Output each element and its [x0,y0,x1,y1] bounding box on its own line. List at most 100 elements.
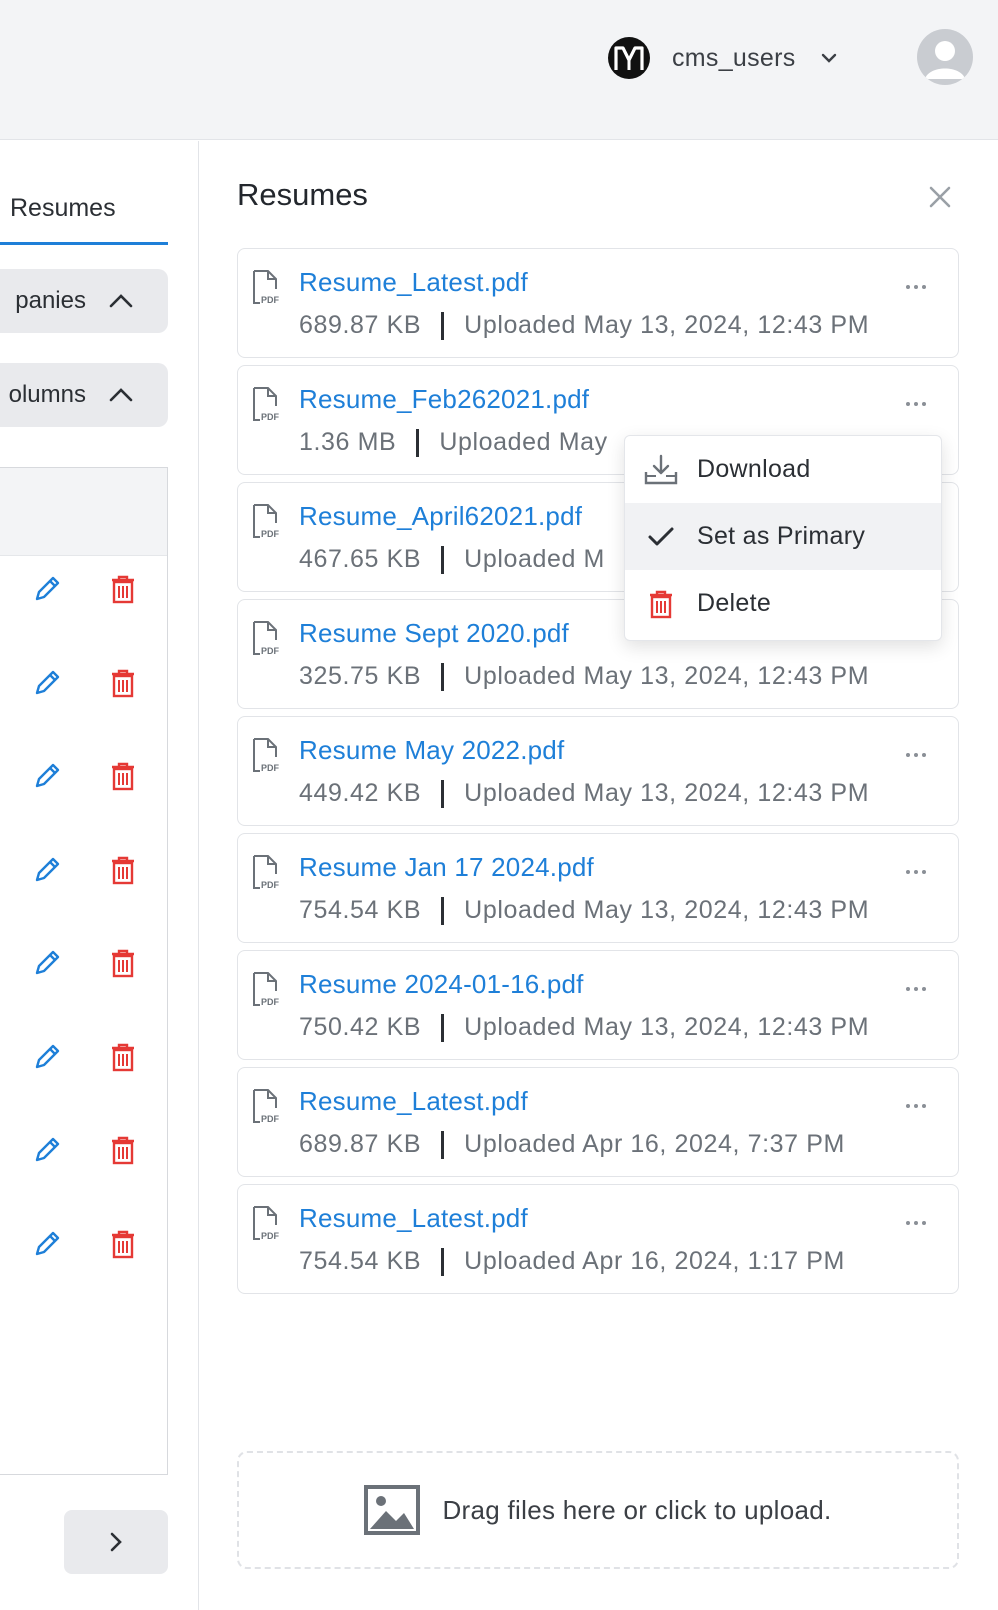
edit-pencil-icon[interactable] [30,1227,64,1261]
pdf-file-icon: PDF [252,620,284,656]
trash-icon[interactable] [106,1227,140,1261]
file-size: 467.65 KB [299,545,422,573]
more-options-icon[interactable] [896,977,936,1001]
filter-columns-toggle[interactable]: olumns [0,363,168,427]
user-avatar-icon[interactable] [917,29,973,85]
left-panel: Resumes panies olumns [0,141,198,1610]
trash-icon[interactable] [106,666,140,700]
file-uploaded-date: Uploaded Apr 16, 2024, 7:37 PM [464,1130,845,1158]
chevron-right-icon [110,1532,122,1552]
file-size: 325.75 KB [299,662,422,690]
more-options-icon[interactable] [896,743,936,767]
menu-delete-label: Delete [697,589,772,617]
pdf-file-icon: PDF [252,386,284,422]
more-options-icon[interactable] [896,860,936,884]
meta-divider [416,428,420,457]
file-meta: 449.42 KB Uploaded May 13, 2024, 12:43 PM [299,779,869,808]
filter-companies-label: panies [15,287,86,314]
svg-text:PDF: PDF [261,412,280,422]
menu-item-download[interactable]: Download [625,436,941,503]
next-page-button[interactable] [64,1510,168,1574]
chevron-up-icon [109,388,133,402]
trash-icon[interactable] [106,572,140,606]
file-uploaded-date: Uploaded M [464,545,605,573]
more-options-icon[interactable] [896,1094,936,1118]
file-name-link[interactable]: Resume_Feb262021.pdf [299,384,589,415]
file-name-link[interactable]: Resume Jan 17 2024.pdf [299,852,594,883]
file-uploaded-date: Uploaded May 13, 2024, 12:43 PM [464,896,870,924]
more-options-icon[interactable] [896,1211,936,1235]
menu-set-primary-label: Set as Primary [697,522,866,550]
menu-item-set-primary[interactable]: Set as Primary [625,503,941,570]
file-size: 689.87 KB [299,1130,422,1158]
file-meta: 1.36 MB Uploaded May [299,428,608,457]
pdf-file-icon: PDF [252,971,284,1007]
file-meta: 467.65 KB Uploaded M [299,545,605,574]
meta-divider [441,896,445,925]
file-name-link[interactable]: Resume_April62021.pdf [299,501,582,532]
file-uploaded-date: Uploaded May [439,428,608,456]
edit-pencil-icon[interactable] [30,1133,64,1167]
pdf-file-icon: PDF [252,1088,284,1124]
svg-text:PDF: PDF [261,880,280,890]
file-name-link[interactable]: Resume May 2022.pdf [299,735,564,766]
file-meta: 754.54 KB Uploaded May 13, 2024, 12:43 PM [299,896,869,925]
table-row-actions [30,569,140,609]
file-meta: 754.54 KB Uploaded Apr 16, 2024, 1:17 PM [299,1247,845,1276]
pdf-file-icon: PDF [252,269,284,305]
close-icon[interactable] [922,179,958,215]
svg-text:PDF: PDF [261,1231,280,1241]
check-icon [643,519,679,555]
trash-icon[interactable] [106,1040,140,1074]
edit-pencil-icon[interactable] [30,666,64,700]
meta-divider [441,662,445,691]
pdf-file-icon: PDF [252,503,284,539]
image-icon [364,1485,421,1535]
meta-divider [441,545,445,574]
file-uploaded-date: Uploaded May 13, 2024, 12:43 PM [464,1013,870,1041]
table-row-actions [30,663,140,703]
trash-icon[interactable] [106,946,140,980]
upload-dropzone[interactable]: Drag files here or click to upload. [237,1451,959,1569]
table-row-actions [30,850,140,890]
svg-text:PDF: PDF [261,997,280,1007]
edit-pencil-icon[interactable] [30,946,64,980]
file-actions-menu: Download Set as Primary Delete [624,435,942,641]
org-switcher[interactable]: cms_users [608,37,838,79]
svg-text:PDF: PDF [261,763,280,773]
drawer-title: Resumes [237,177,368,212]
file-card: PDF Resume May 2022.pdf 449.42 KB Uploaded … [237,716,959,826]
more-options-icon[interactable] [896,275,936,299]
trash-icon[interactable] [106,853,140,887]
table-row-actions [30,1037,140,1077]
tab-resumes-label: Resumes [10,194,116,222]
file-name-link[interactable]: Resume 2024-01-16.pdf [299,969,584,1000]
trash-icon[interactable] [106,1133,140,1167]
file-name-link[interactable]: Resume_Latest.pdf [299,1203,528,1234]
tab-resumes[interactable]: Resumes [0,185,168,245]
filter-companies-toggle[interactable]: panies [0,269,168,333]
svg-text:PDF: PDF [261,529,280,539]
resumes-drawer: Resumes PDF Resume_Latest.pdf 689.87 KB Upl… [198,141,998,1610]
file-meta: 689.87 KB Uploaded May 13, 2024, 12:43 PM [299,311,869,340]
edit-pencil-icon[interactable] [30,853,64,887]
file-card: PDF Resume_Latest.pdf 689.87 KB Uploaded Ap… [237,1067,959,1177]
meta-divider [441,311,445,340]
edit-pencil-icon[interactable] [30,759,64,793]
file-size: 750.42 KB [299,1013,422,1041]
file-size: 754.54 KB [299,896,422,924]
edit-pencil-icon[interactable] [30,1040,64,1074]
more-options-icon[interactable] [896,392,936,416]
file-name-link[interactable]: Resume Sept 2020.pdf [299,618,569,649]
edit-pencil-icon[interactable] [30,572,64,606]
file-uploaded-date: Uploaded Apr 16, 2024, 1:17 PM [464,1247,845,1275]
svg-text:PDF: PDF [261,1114,280,1124]
trash-icon[interactable] [106,759,140,793]
file-name-link[interactable]: Resume_Latest.pdf [299,267,528,298]
menu-item-delete[interactable]: Delete [625,570,941,637]
file-name-link[interactable]: Resume_Latest.pdf [299,1086,528,1117]
brand-logo-icon [608,37,650,79]
filter-columns-label: olumns [8,381,86,408]
file-meta: 689.87 KB Uploaded Apr 16, 2024, 7:37 PM [299,1130,845,1159]
meta-divider [441,1247,445,1276]
